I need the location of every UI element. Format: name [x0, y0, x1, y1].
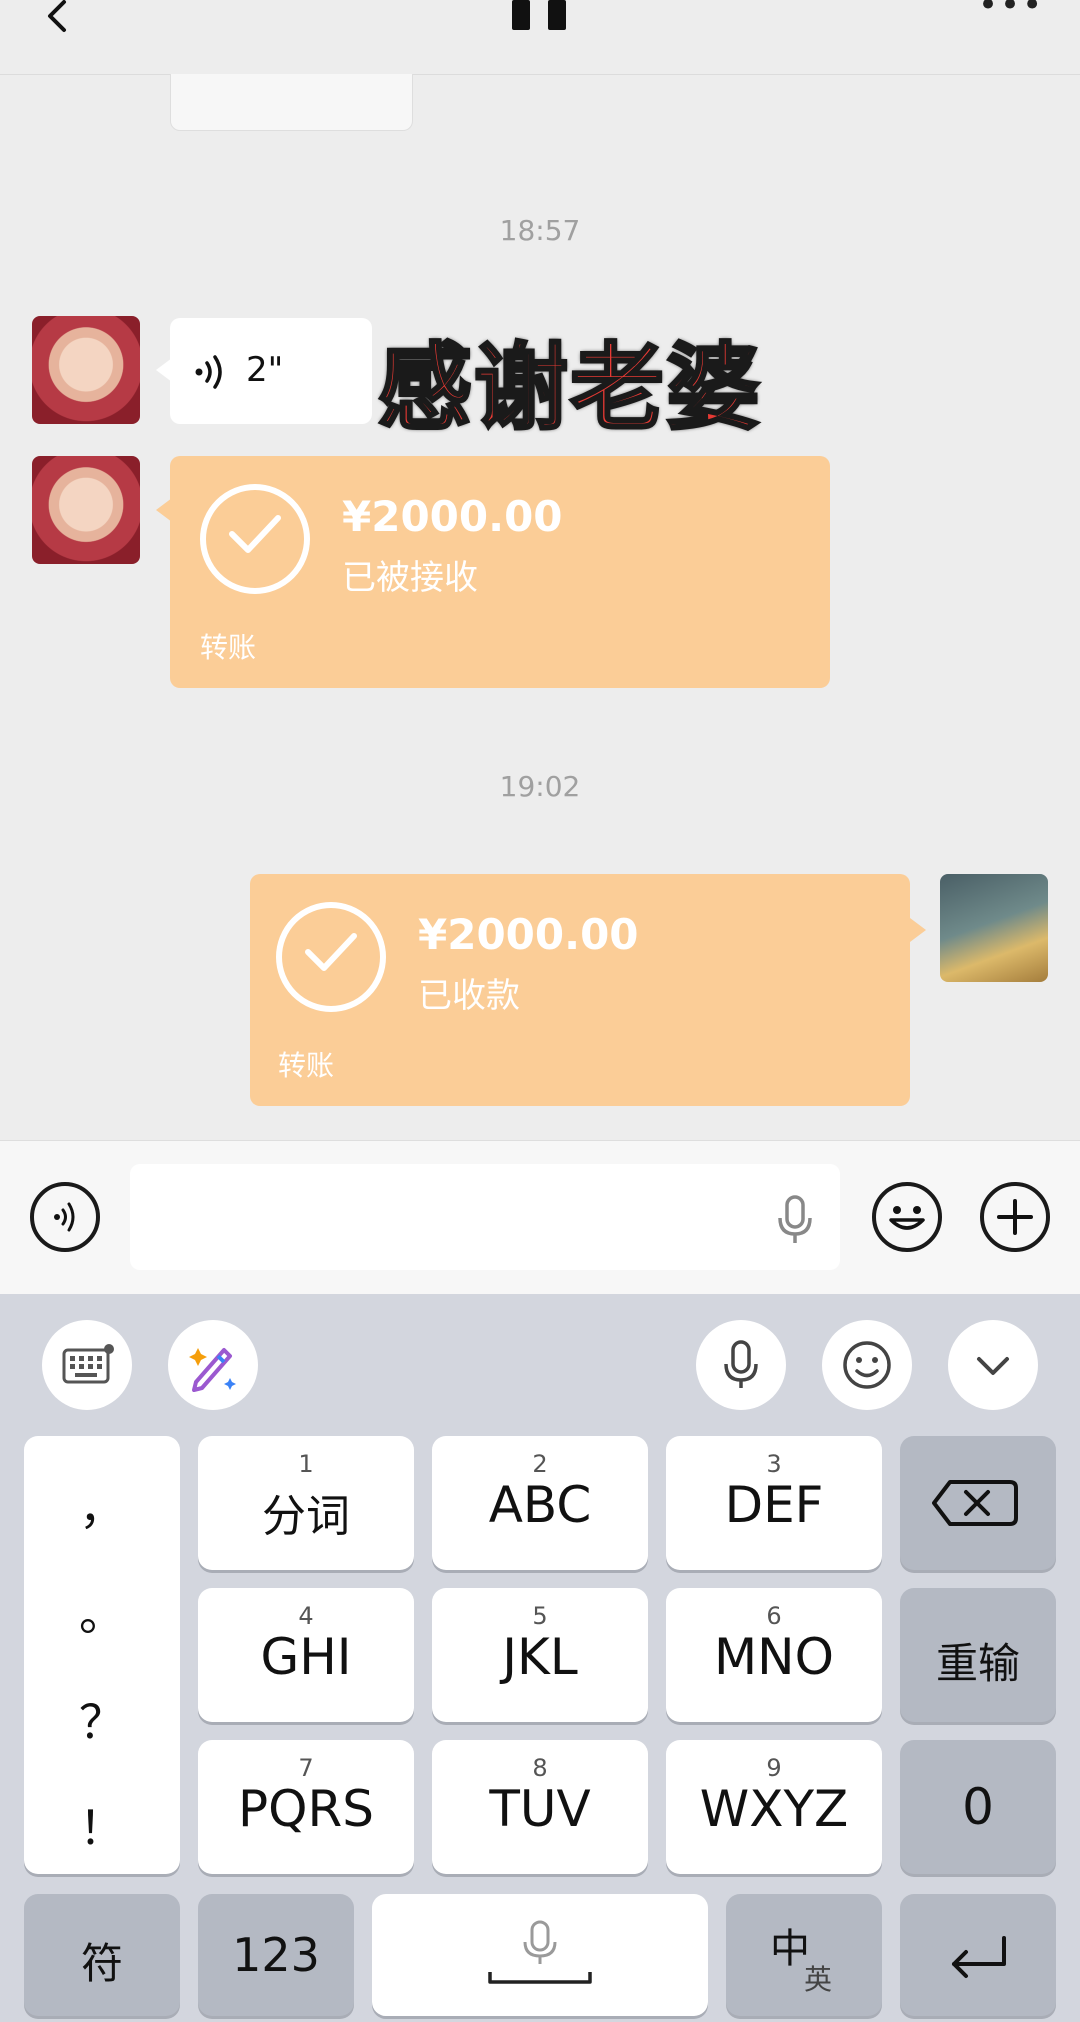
key-9[interactable]: 9 WXYZ — [666, 1740, 882, 1874]
check-icon — [200, 484, 310, 594]
transfer-card-sent[interactable]: ¥2000.00 已收款 转账 — [250, 874, 910, 1106]
emoji-icon[interactable] — [872, 1182, 942, 1252]
key-number: 4 — [298, 1602, 314, 1630]
contact-avatar[interactable] — [32, 316, 140, 424]
microphone-icon[interactable] — [696, 1320, 786, 1410]
key-label: JKL — [502, 1628, 578, 1686]
key-number: 1 — [298, 1450, 314, 1478]
key-7[interactable]: 7 PQRS — [198, 1740, 414, 1874]
key-4[interactable]: 4 GHI — [198, 1588, 414, 1722]
transfer-amount: ¥2000.00 — [342, 492, 563, 541]
microphone-icon[interactable] — [772, 1194, 818, 1246]
punctuation-comma[interactable]: ， — [24, 1472, 180, 1538]
key-number: 8 — [532, 1754, 548, 1782]
more-icon[interactable]: ••• — [978, 0, 1042, 24]
numbers-key[interactable]: 123 — [198, 1894, 354, 2016]
image-message-thumbnail[interactable] — [170, 74, 413, 131]
key-1[interactable]: 1 分词 — [198, 1436, 414, 1570]
emoji-icon[interactable] — [822, 1320, 912, 1410]
key-label: PQRS — [238, 1780, 374, 1838]
chevron-down-icon[interactable] — [948, 1320, 1038, 1410]
punctuation-question[interactable]: ？ — [24, 1686, 180, 1752]
key-3[interactable]: 3 DEF — [666, 1436, 882, 1570]
voice-input-icon[interactable] — [30, 1182, 100, 1252]
magic-pen-icon[interactable] — [168, 1320, 258, 1410]
key-number: 2 — [532, 1450, 548, 1478]
transfer-amount: ¥2000.00 — [418, 910, 639, 959]
key-8[interactable]: 8 TUV — [432, 1740, 648, 1874]
key-label: 分词 — [262, 1491, 350, 1542]
bubble-arrow — [910, 918, 926, 942]
timestamp: 18:57 — [499, 214, 581, 247]
symbols-key[interactable]: 符 — [24, 1894, 180, 2016]
key-label: TUV — [489, 1780, 591, 1838]
transfer-label: 转账 — [200, 631, 257, 664]
check-icon — [276, 902, 386, 1012]
key-label: WXYZ — [699, 1780, 849, 1838]
key-number: 3 — [766, 1450, 782, 1478]
key-6[interactable]: 6 MNO — [666, 1588, 882, 1722]
key-number: 7 — [298, 1754, 314, 1782]
overlay-caption: 感谢老婆 — [376, 333, 763, 445]
language-switch-key[interactable]: 中 英 — [726, 1894, 882, 2016]
punctuation-exclamation[interactable]: ！ — [24, 1792, 180, 1858]
enter-icon — [952, 1936, 1006, 1978]
transfer-status: 已被接收 — [342, 558, 478, 598]
key-label: MNO — [714, 1628, 834, 1686]
key-number: 9 — [766, 1754, 782, 1782]
transfer-card-received[interactable]: ¥2000.00 已被接收 转账 — [170, 456, 830, 688]
lang-en-label: 英 — [804, 1963, 833, 1996]
key-0[interactable]: 0 — [900, 1740, 1056, 1874]
key-label: ABC — [488, 1476, 592, 1534]
key-label: 重输 — [935, 1639, 1020, 1688]
my-avatar[interactable] — [940, 874, 1048, 982]
pause-icon[interactable] — [512, 0, 576, 30]
voice-wave-icon — [193, 354, 227, 390]
retype-key[interactable]: 重输 — [900, 1588, 1056, 1722]
space-key[interactable] — [372, 1894, 708, 2016]
contact-avatar[interactable] — [32, 456, 140, 564]
space-bar-icon — [488, 1920, 592, 1984]
plus-icon[interactable] — [980, 1182, 1050, 1252]
enter-key[interactable] — [900, 1894, 1056, 2016]
key-label: 符 — [80, 1939, 123, 1988]
key-2[interactable]: 2 ABC — [432, 1436, 648, 1570]
key-label: GHI — [260, 1628, 352, 1686]
key-label: 0 — [962, 1778, 994, 1836]
key-label: DEF — [724, 1476, 824, 1534]
keyboard-icon[interactable] — [42, 1320, 132, 1410]
transfer-label: 转账 — [278, 1049, 335, 1082]
voice-duration: 2" — [246, 350, 284, 390]
key-number: 6 — [766, 1602, 782, 1630]
backspace-key[interactable] — [900, 1436, 1056, 1570]
message-input[interactable] — [130, 1164, 840, 1270]
timestamp: 19:02 — [499, 770, 581, 803]
punctuation-period[interactable]: 。 — [24, 1578, 180, 1644]
key-label: 123 — [232, 1928, 320, 1982]
punctuation-key[interactable]: ， 。 ？ ！ — [24, 1436, 180, 1874]
key-number: 5 — [532, 1602, 548, 1630]
back-icon[interactable] — [40, 0, 80, 40]
key-5[interactable]: 5 JKL — [432, 1588, 648, 1722]
backspace-icon — [932, 1480, 1018, 1526]
transfer-status: 已收款 — [418, 976, 520, 1016]
